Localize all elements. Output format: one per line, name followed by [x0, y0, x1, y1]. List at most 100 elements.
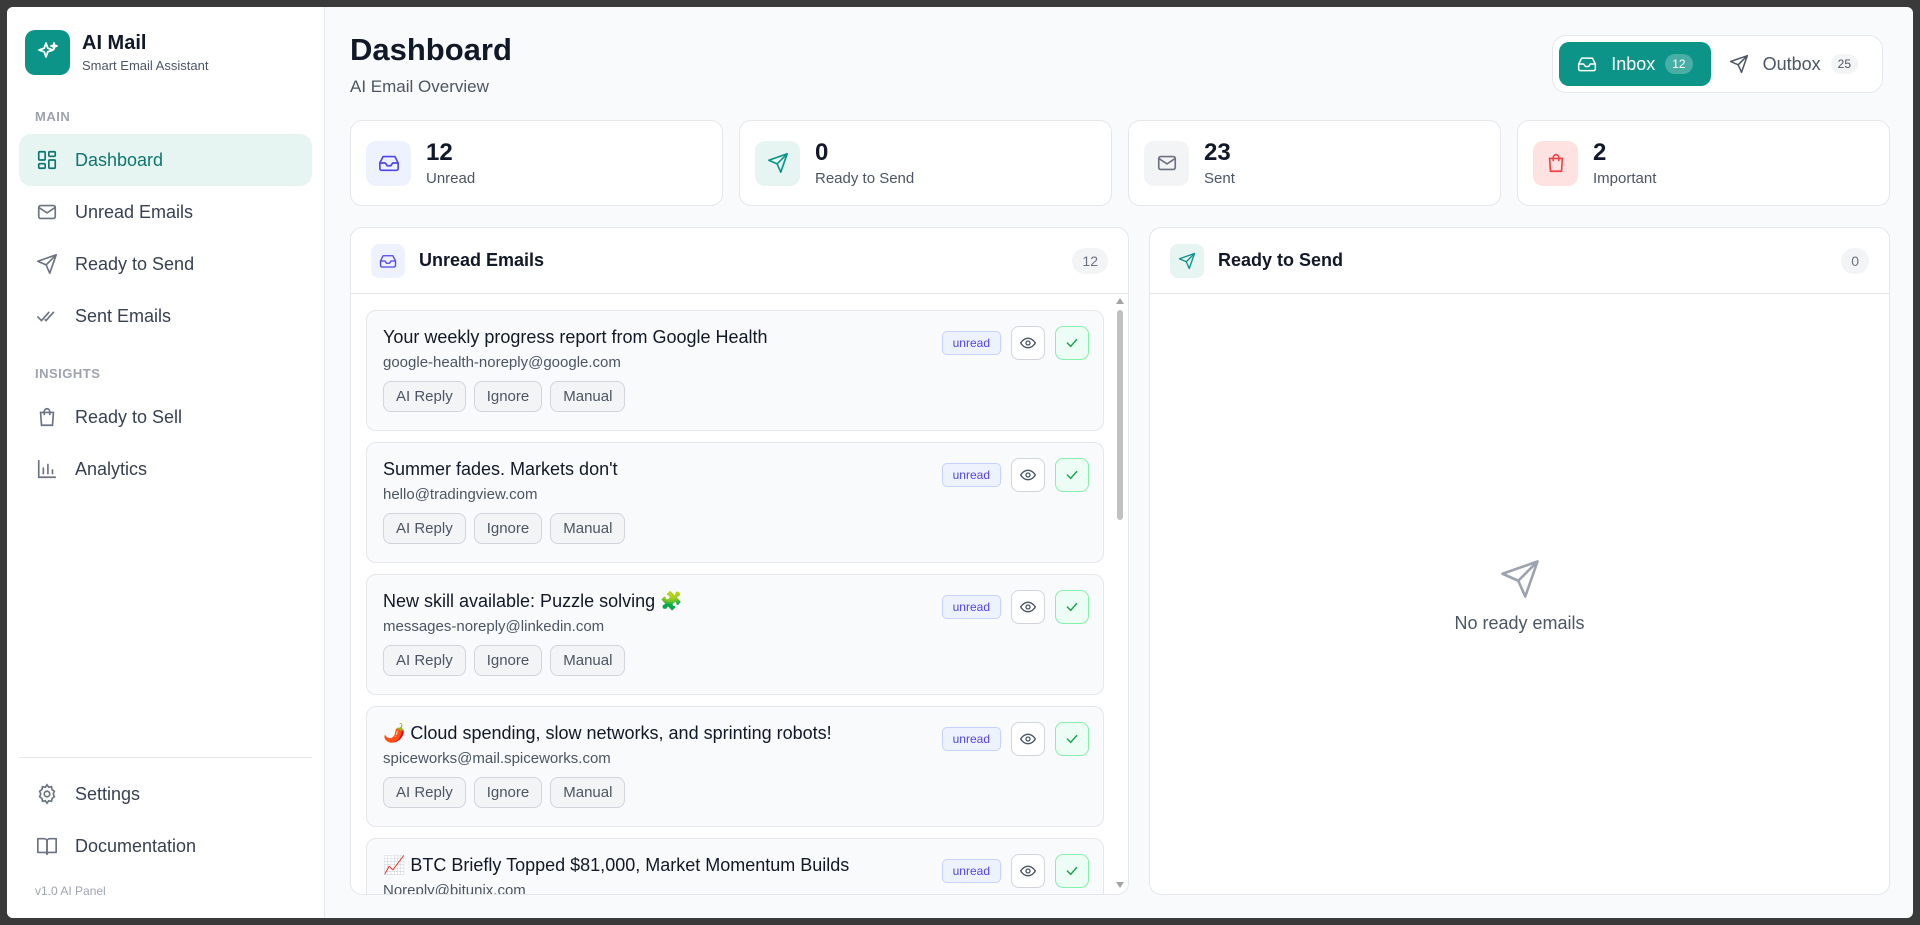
panel-title: Ready to Send: [1218, 250, 1344, 270]
ai-reply-button[interactable]: AI Reply: [383, 645, 466, 676]
sidebar-item-label: Documentation: [75, 835, 197, 856]
send-icon: [1729, 53, 1751, 75]
sidebar-item-label: Ready to Sell: [75, 406, 183, 427]
ai-reply-button[interactable]: AI Reply: [383, 513, 466, 544]
sidebar-item-settings[interactable]: Settings: [19, 768, 312, 820]
brand-subtitle: Smart Email Assistant: [82, 57, 209, 73]
email-card[interactable]: Summer fades. Markets don't hello@tradin…: [366, 442, 1104, 563]
sidebar-item-sent-emails[interactable]: Sent Emails: [19, 290, 312, 342]
view-button[interactable]: [1011, 326, 1045, 360]
mark-done-button[interactable]: [1055, 458, 1089, 492]
view-button[interactable]: [1011, 854, 1045, 888]
view-button[interactable]: [1011, 722, 1045, 756]
sidebar-item-label: Dashboard: [75, 149, 164, 170]
manual-button[interactable]: Manual: [550, 645, 626, 676]
manual-button[interactable]: Manual: [550, 777, 626, 808]
mark-done-button[interactable]: [1055, 722, 1089, 756]
status-badge: unread: [941, 463, 1001, 487]
outbox-label: Outbox: [1762, 53, 1821, 74]
eye-icon: [1020, 865, 1036, 877]
sidebar-item-analytics[interactable]: Analytics: [19, 443, 312, 495]
inbox-button[interactable]: Inbox 12: [1559, 42, 1711, 86]
stat-label: Important: [1593, 169, 1657, 187]
mark-done-button[interactable]: [1055, 326, 1089, 360]
sidebar-item-label: Settings: [75, 783, 141, 804]
panel-title: Unread Emails: [419, 250, 545, 270]
ready-to-send-panel: Ready to Send 0 No ready emails: [1149, 227, 1890, 895]
panel-header: Ready to Send 0: [1150, 228, 1889, 294]
check-icon: [1066, 734, 1078, 744]
send-icon: [35, 252, 59, 276]
ai-reply-button[interactable]: AI Reply: [383, 777, 466, 808]
send-icon: [1499, 558, 1541, 605]
email-card[interactable]: Your weekly progress report from Google …: [366, 310, 1104, 431]
empty-state-text: No ready emails: [1454, 613, 1585, 633]
scroll-thumb[interactable]: [1117, 310, 1123, 520]
sidebar-item-dashboard[interactable]: Dashboard: [19, 134, 312, 186]
unread-emails-panel: Unread Emails 12 Your weekly progress re…: [350, 227, 1129, 895]
sidebar-item-ready-to-send[interactable]: Ready to Send: [19, 238, 312, 290]
stat-value: 2: [1593, 138, 1607, 166]
mail-icon: [1144, 140, 1189, 186]
divider: [19, 757, 312, 758]
email-card[interactable]: 📈 BTC Briefly Topped $81,000, Market Mom…: [366, 838, 1104, 894]
eye-icon: [1020, 733, 1036, 745]
check-icon: [1066, 338, 1078, 348]
scrollbar[interactable]: [1116, 298, 1124, 888]
inbox-icon: [1577, 53, 1599, 75]
stat-label: Unread: [426, 169, 476, 187]
stat-card-sent[interactable]: 23 Sent: [1128, 120, 1501, 206]
manual-button[interactable]: Manual: [550, 513, 626, 544]
section-label-insights: INSIGHTS: [35, 366, 101, 381]
mailbox-switch: Inbox 12 Outbox 25: [1552, 35, 1883, 93]
sidebar-item-label: Sent Emails: [75, 305, 172, 326]
sidebar: AI Mail Smart Email Assistant MAIN Dashb…: [7, 7, 325, 918]
scroll-up-arrow-icon[interactable]: [1116, 298, 1124, 304]
ignore-button[interactable]: Ignore: [473, 513, 543, 544]
outbox-button[interactable]: Outbox 25: [1711, 42, 1876, 86]
send-icon: [1170, 243, 1204, 278]
stats-row: 12 Unread 0 Ready to Send 23 Sent 2 Impo…: [350, 120, 1890, 206]
stat-card-ready-to-send[interactable]: 0 Ready to Send: [739, 120, 1112, 206]
stat-card-important[interactable]: 2 Important: [1517, 120, 1890, 206]
view-button[interactable]: [1011, 590, 1045, 624]
ignore-button[interactable]: Ignore: [473, 381, 543, 412]
manual-button[interactable]: Manual: [550, 381, 626, 412]
view-button[interactable]: [1011, 458, 1045, 492]
status-badge: unread: [941, 859, 1001, 883]
sidebar-item-ready-to-sell[interactable]: Ready to Sell: [19, 391, 312, 443]
status-badge: unread: [941, 331, 1001, 355]
ignore-button[interactable]: Ignore: [473, 777, 543, 808]
email-card[interactable]: 🌶️ Cloud spending, slow networks, and sp…: [366, 706, 1104, 827]
sidebar-item-label: Ready to Send: [75, 253, 195, 274]
mail-icon: [35, 200, 59, 224]
status-badge: unread: [941, 727, 1001, 751]
sidebar-item-unread-emails[interactable]: Unread Emails: [19, 186, 312, 238]
dashboard-icon: [35, 148, 59, 172]
stat-card-unread[interactable]: 12 Unread: [350, 120, 723, 206]
ai-reply-button[interactable]: AI Reply: [383, 381, 466, 412]
mark-done-button[interactable]: [1055, 854, 1089, 888]
mark-done-button[interactable]: [1055, 590, 1089, 624]
email-list: Your weekly progress report from Google …: [366, 310, 1104, 894]
scroll-down-arrow-icon[interactable]: [1116, 882, 1124, 888]
inbox-count-badge: 12: [1665, 54, 1693, 74]
book-icon: [35, 834, 59, 858]
ignore-button[interactable]: Ignore: [473, 645, 543, 676]
sidebar-item-label: Analytics: [75, 458, 148, 479]
send-icon: [755, 140, 800, 186]
stat-label: Sent: [1204, 169, 1235, 187]
page-title: Dashboard: [350, 32, 512, 67]
stat-label: Ready to Send: [815, 169, 915, 187]
email-card[interactable]: New skill available: Puzzle solving 🧩 me…: [366, 574, 1104, 695]
panel-count-badge: 12: [1072, 247, 1108, 274]
empty-state: No ready emails: [1150, 558, 1889, 634]
outbox-count-badge: 25: [1830, 54, 1858, 74]
shopping-bag-icon: [35, 405, 59, 429]
page-subtitle: AI Email Overview: [350, 77, 489, 96]
sparkle-icon: [25, 29, 70, 75]
sidebar-item-documentation[interactable]: Documentation: [19, 820, 312, 872]
inbox-icon: [366, 140, 411, 186]
eye-icon: [1020, 469, 1036, 481]
sidebar-item-label: Unread Emails: [75, 201, 194, 222]
